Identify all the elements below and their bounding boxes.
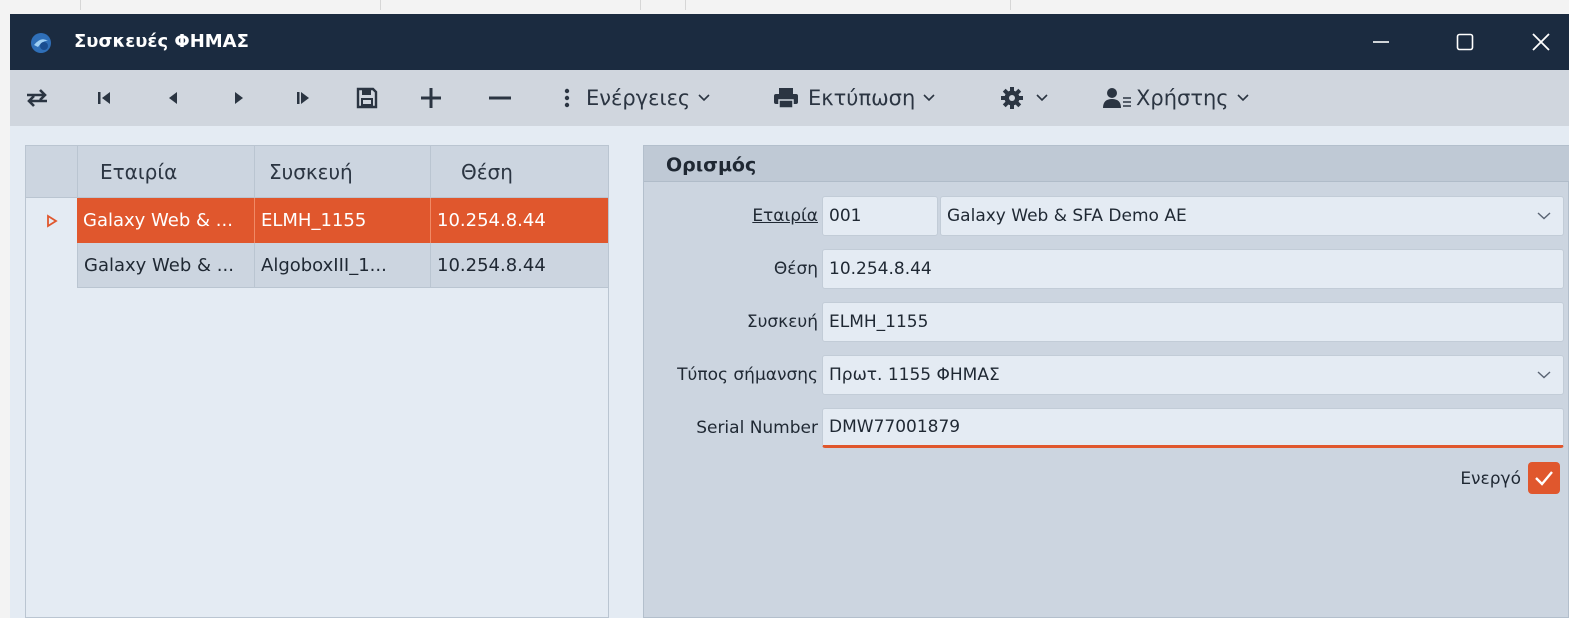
chevron-down-icon — [1036, 94, 1048, 102]
position-field[interactable]: 10.254.8.44 — [822, 249, 1564, 289]
column-header-device[interactable]: Συσκευή — [254, 146, 430, 198]
user-menu[interactable]: Χρήστης — [1102, 82, 1249, 114]
marking-type-dropdown-toggle[interactable] — [1537, 356, 1551, 394]
cell-position[interactable]: 10.254.8.44 — [430, 243, 608, 288]
marking-type-select[interactable]: Πρωτ. 1155 ΦΗΜΑΣ — [822, 355, 1564, 395]
marking-type-select-value: Πρωτ. 1155 ΦΗΜΑΣ — [829, 365, 1000, 385]
previous-icon — [169, 92, 177, 104]
chevron-down-icon — [1537, 212, 1551, 220]
refresh-arrows-icon — [27, 89, 47, 107]
definition-panel: Ορισμός Εταιρία 001 Galaxy Web & SFA Dem… — [643, 145, 1569, 618]
save-button[interactable] — [352, 82, 382, 114]
chevron-down-icon — [698, 94, 710, 102]
cell-position[interactable]: 10.254.8.44 — [430, 198, 608, 243]
delete-record-button[interactable] — [484, 82, 516, 114]
toolbar: Ενέργειες Εκτύπωση Χρήστης — [10, 70, 1569, 126]
cell-device[interactable]: AlgoboxIII_1... — [254, 243, 430, 288]
background-window-strip — [0, 0, 1569, 14]
current-row-triangle-icon — [46, 213, 58, 228]
chevron-down-icon — [1537, 371, 1551, 379]
plus-icon — [421, 88, 441, 108]
table-row[interactable]: Galaxy Web & ... AlgoboxIII_1... 10.254.… — [26, 243, 608, 288]
definition-panel-header: Ορισμός — [644, 146, 1569, 182]
active-label: Ενεργό — [1460, 469, 1521, 489]
actions-menu-label: Ενέργειες — [586, 86, 691, 110]
window-title: Συσκευές ΦΗΜΑΣ — [74, 31, 249, 52]
next-icon — [235, 92, 243, 104]
background-window-edge — [0, 0, 10, 618]
device-label: Συσκευή — [746, 312, 818, 332]
company-select[interactable]: Galaxy Web & SFA Demo AE — [940, 196, 1564, 236]
vertical-dots-icon — [564, 88, 570, 108]
cell-company[interactable]: Galaxy Web & ... — [77, 198, 254, 243]
save-floppy-icon — [356, 87, 378, 109]
last-record-button[interactable] — [290, 82, 316, 114]
user-menu-label: Χρήστης — [1136, 86, 1229, 110]
printer-icon — [774, 88, 798, 109]
next-record-button[interactable] — [226, 82, 252, 114]
actions-menu[interactable]: Ενέργειες — [562, 82, 710, 114]
active-checkbox[interactable] — [1528, 462, 1560, 494]
close-icon — [1532, 33, 1550, 51]
first-record-icon — [98, 92, 110, 104]
company-code-field[interactable]: 001 — [822, 196, 938, 236]
table-row[interactable]: Galaxy Web & ... ELMH_1155 10.254.8.44 — [26, 198, 608, 243]
cell-device[interactable]: ELMH_1155 — [254, 198, 430, 243]
devices-grid: Εταιρία Συσκευή Θέση Galaxy Web & ... EL… — [25, 145, 609, 618]
minimize-icon — [1373, 41, 1389, 43]
settings-menu[interactable] — [1000, 82, 1048, 114]
add-record-button[interactable] — [416, 82, 446, 114]
gear-icon — [1001, 87, 1023, 109]
previous-record-button[interactable] — [160, 82, 186, 114]
company-label-link[interactable]: Εταιρία — [752, 206, 818, 226]
row-indicator — [26, 243, 77, 288]
cell-company[interactable]: Galaxy Web & ... — [77, 243, 254, 288]
app-logo-icon — [31, 33, 51, 53]
last-record-icon — [297, 92, 309, 104]
minus-icon — [489, 96, 511, 100]
grid-header: Εταιρία Συσκευή Θέση — [26, 146, 608, 198]
checkmark-icon — [1535, 471, 1553, 486]
app-window: Συσκευές ΦΗΜΑΣ Ενέργειες Εκτύπωση Χρήστη… — [10, 14, 1569, 618]
first-record-button[interactable] — [92, 82, 118, 114]
row-indicator — [26, 198, 77, 243]
serial-number-label: Serial Number — [696, 418, 818, 438]
maximize-icon — [1456, 33, 1474, 51]
column-header-company[interactable]: Εταιρία — [77, 146, 254, 198]
minimize-button[interactable] — [1346, 14, 1416, 70]
close-button[interactable] — [1506, 14, 1569, 70]
user-icon — [1103, 88, 1131, 108]
definition-section-title: Ορισμός — [666, 154, 757, 176]
company-dropdown-toggle[interactable] — [1537, 197, 1551, 235]
column-header-position[interactable]: Θέση — [430, 146, 608, 198]
serial-number-field[interactable]: DMW77001879 — [822, 408, 1564, 448]
refresh-button[interactable] — [22, 82, 52, 114]
title-bar: Συσκευές ΦΗΜΑΣ — [10, 14, 1569, 70]
print-menu[interactable]: Εκτύπωση — [772, 82, 935, 114]
position-label: Θέση — [773, 259, 818, 279]
maximize-button[interactable] — [1430, 14, 1500, 70]
marking-type-label: Τύπος σήμανσης — [677, 365, 818, 385]
chevron-down-icon — [923, 94, 935, 102]
device-field[interactable]: ELMH_1155 — [822, 302, 1564, 342]
print-menu-label: Εκτύπωση — [808, 86, 916, 110]
chevron-down-icon — [1237, 94, 1249, 102]
company-select-value: Galaxy Web & SFA Demo AE — [947, 206, 1187, 226]
